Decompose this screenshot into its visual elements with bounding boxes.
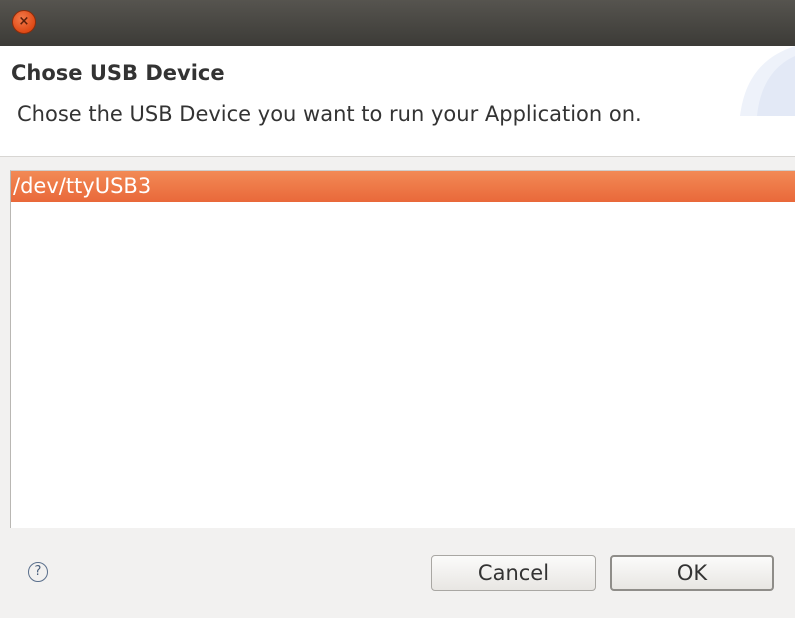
cancel-button[interactable]: Cancel xyxy=(431,555,596,591)
header-banner-graphic xyxy=(740,46,795,116)
ok-button[interactable]: OK xyxy=(610,555,774,591)
dialog-header: Chose USB Device Chose the USB Device yo… xyxy=(0,46,795,157)
dialog-footer: ? Cancel OK xyxy=(0,528,795,618)
help-icon[interactable]: ? xyxy=(28,562,48,582)
usb-device-list[interactable]: /dev/ttyUSB3 xyxy=(10,170,795,528)
dialog-title: Chose USB Device xyxy=(11,61,225,85)
close-icon[interactable]: × xyxy=(12,10,36,34)
dialog-window: × Chose USB Device Chose the USB Device … xyxy=(0,0,795,618)
dialog-description: Chose the USB Device you want to run you… xyxy=(17,102,642,126)
title-bar[interactable]: × xyxy=(0,0,795,46)
list-item-device[interactable]: /dev/ttyUSB3 xyxy=(11,171,795,202)
